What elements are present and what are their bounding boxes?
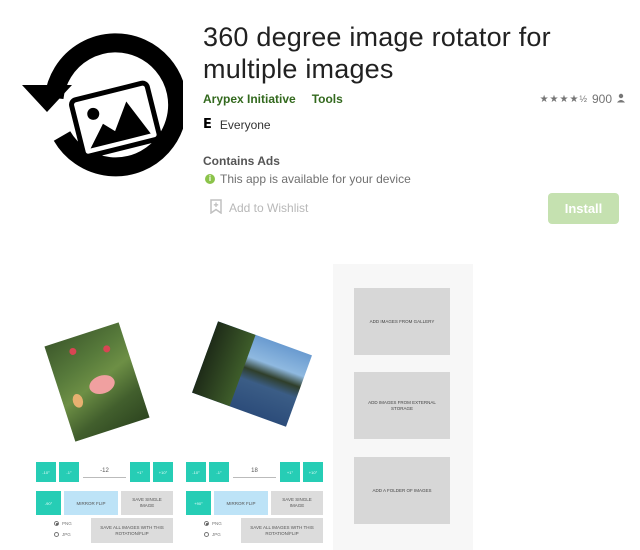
rotate-image-icon xyxy=(22,33,188,177)
save-all-images-button[interactable]: SAVE ALL IMAGES WITH THIS ROTATION/FLIP xyxy=(241,518,323,543)
rotate-plus-10-button[interactable]: +10° xyxy=(303,462,323,482)
install-button[interactable]: Install xyxy=(548,193,619,224)
rating-summary: ★★★★½ 900 xyxy=(540,92,626,106)
availability-text: This app is available for your device xyxy=(220,172,411,186)
rotate-minus-10-button[interactable]: -10° xyxy=(36,462,56,482)
rotate-minus-1-button[interactable]: -1° xyxy=(209,462,229,482)
rotate-plus-1-button[interactable]: +1° xyxy=(280,462,300,482)
radio-label: PNG xyxy=(62,521,72,526)
info-icon: i xyxy=(205,174,215,184)
screenshot-3[interactable]: ADD IMAGES FROM GALLERY ADD IMAGES FROM … xyxy=(333,264,473,550)
radio-label: JPG xyxy=(212,532,221,537)
category-link[interactable]: Tools xyxy=(312,92,343,108)
save-single-image-button[interactable]: SAVE SINGLE IMAGE xyxy=(121,491,173,515)
flower-photo xyxy=(44,322,150,442)
format-radio-jpg[interactable]: JPG xyxy=(204,532,221,537)
save-all-images-button[interactable]: SAVE ALL IMAGES WITH THIS ROTATION/FLIP xyxy=(91,518,173,543)
rotate-90-button[interactable]: +90° xyxy=(186,491,211,515)
lake-photo xyxy=(192,321,312,427)
screenshot-2[interactable]: -10° -1° 18 +1° +10° +90° MIRROR FLIP SA… xyxy=(180,300,330,550)
content-rating: E Everyone xyxy=(203,117,271,132)
star-rating: ★★★★½ xyxy=(540,94,588,105)
rotate-90-button[interactable]: -90° xyxy=(36,491,61,515)
full-stars: ★★★★ xyxy=(539,93,580,105)
radio-label: PNG xyxy=(212,521,222,526)
bookmark-plus-icon xyxy=(210,199,222,217)
add-folder-of-images-button[interactable]: ADD A FOLDER OF IMAGES xyxy=(354,457,450,524)
app-icon xyxy=(18,28,188,178)
wishlist-label: Add to Wishlist xyxy=(229,201,309,215)
angle-input[interactable]: 18 xyxy=(233,468,276,478)
esrb-everyone-icon: E xyxy=(203,117,212,132)
rotate-minus-1-button[interactable]: -1° xyxy=(59,462,79,482)
add-images-from-external-storage-button[interactable]: ADD IMAGES FROM EXTERNAL STORAGE xyxy=(354,372,450,439)
format-radio-jpg[interactable]: JPG xyxy=(54,532,71,537)
format-radio-png[interactable]: PNG xyxy=(204,521,222,526)
rating-count: 900 xyxy=(591,92,612,106)
rotate-minus-10-button[interactable]: -10° xyxy=(186,462,206,482)
radio-label: JPG xyxy=(62,532,71,537)
half-star: ½ xyxy=(579,93,588,104)
mirror-flip-button[interactable]: MIRROR FLIP xyxy=(64,491,118,515)
save-single-image-button[interactable]: SAVE SINGLE IMAGE xyxy=(271,491,323,515)
availability-note: i This app is available for your device xyxy=(205,172,411,186)
angle-input[interactable]: -12 xyxy=(83,468,126,478)
contains-ads-label: Contains Ads xyxy=(203,154,280,168)
format-radio-png[interactable]: PNG xyxy=(54,521,72,526)
app-title: 360 degree image rotator for multiple im… xyxy=(203,22,551,84)
rotate-plus-10-button[interactable]: +10° xyxy=(153,462,173,482)
screenshot-1[interactable]: -10° -1° -12 +1° +10° -90° MIRROR FLIP S… xyxy=(30,300,180,550)
add-to-wishlist-button[interactable]: Add to Wishlist xyxy=(210,199,308,217)
developer-row: Arypex Initiative Tools xyxy=(203,92,343,108)
developer-link[interactable]: Arypex Initiative xyxy=(203,92,296,108)
rotate-plus-1-button[interactable]: +1° xyxy=(130,462,150,482)
mirror-flip-button[interactable]: MIRROR FLIP xyxy=(214,491,268,515)
content-rating-label: Everyone xyxy=(219,117,271,132)
person-icon xyxy=(616,92,626,106)
add-images-from-gallery-button[interactable]: ADD IMAGES FROM GALLERY xyxy=(354,288,450,355)
